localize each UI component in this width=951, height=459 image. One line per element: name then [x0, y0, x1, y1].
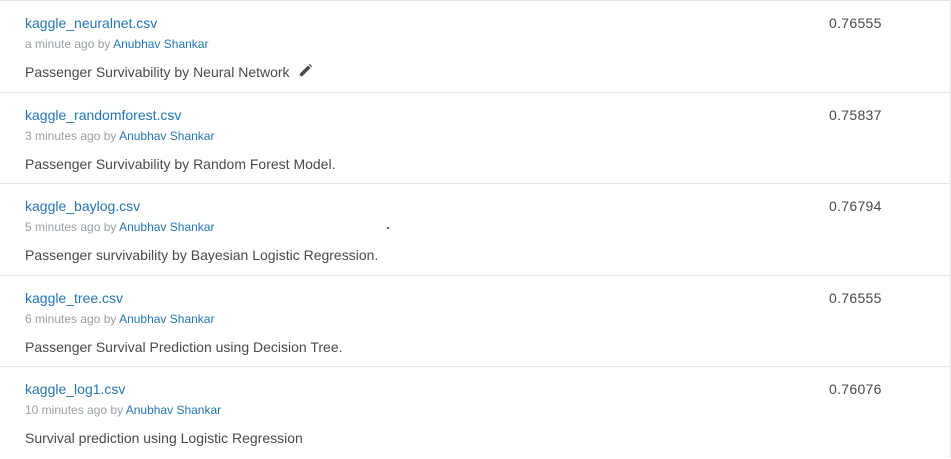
- submission-meta: a minute ago by Anubhav Shankar: [25, 36, 208, 52]
- submission-time: 3 minutes ago by: [25, 128, 117, 143]
- submission-description: Survival prediction using Logistic Regre…: [25, 430, 303, 446]
- submission-score: 0.76555: [829, 289, 882, 306]
- author-link[interactable]: Anubhav Shankar: [119, 312, 214, 326]
- submission-description: Passenger Survival Prediction using Deci…: [25, 338, 343, 355]
- submission-row: kaggle_randomforest.csv 3 minutes ago by…: [0, 93, 950, 184]
- submission-file-link[interactable]: kaggle_baylog.csv: [25, 197, 140, 215]
- submission-time: 10 minutes ago by: [25, 403, 124, 417]
- author-link[interactable]: Anubhav Shankar: [119, 220, 214, 234]
- stray-dot: [387, 227, 389, 229]
- submission-meta: 5 minutes ago by Anubhav Shankar: [25, 219, 214, 235]
- submission-time: a minute ago by: [25, 37, 111, 51]
- author-link[interactable]: Anubhav Shankar: [113, 37, 208, 51]
- pencil-icon[interactable]: [297, 63, 313, 79]
- submission-description: Passenger survivability by Bayesian Logi…: [25, 247, 379, 263]
- submission-score: 0.76794: [829, 198, 882, 214]
- submission-file-link[interactable]: kaggle_neuralnet.csv: [25, 14, 157, 32]
- submission-meta: 10 minutes ago by Anubhav Shankar: [25, 402, 221, 418]
- submission-meta: 6 minutes ago by Anubhav Shankar: [25, 311, 214, 327]
- submission-file-link[interactable]: kaggle_tree.csv: [25, 289, 123, 307]
- author-link[interactable]: Anubhav Shankar: [119, 129, 214, 143]
- submission-description: Passenger Survivability by Random Forest…: [25, 155, 336, 172]
- submission-score: 0.76555: [829, 15, 882, 31]
- description-text: Passenger Survivability by Neural Networ…: [25, 64, 290, 80]
- submission-meta: 3 minutes ago by Anubhav Shankar: [25, 128, 214, 144]
- submission-row: kaggle_tree.csv 6 minutes ago by Anubhav…: [0, 276, 950, 367]
- submission-file-link[interactable]: kaggle_randomforest.csv: [25, 106, 181, 124]
- submission-time: 6 minutes ago by: [25, 311, 117, 326]
- submission-row: kaggle_baylog.csv 5 minutes ago by Anubh…: [0, 184, 950, 276]
- submission-description: Passenger Survivability by Neural Networ…: [25, 63, 313, 81]
- author-link[interactable]: Anubhav Shankar: [126, 403, 221, 417]
- submission-row: kaggle_neuralnet.csv a minute ago by Anu…: [0, 1, 950, 93]
- submission-score: 0.75837: [829, 106, 882, 123]
- submission-row: kaggle_log1.csv 10 minutes ago by Anubha…: [0, 367, 950, 459]
- submission-list: kaggle_neuralnet.csv a minute ago by Anu…: [0, 0, 951, 457]
- submission-score: 0.76076: [829, 381, 882, 397]
- submission-time: 5 minutes ago by: [25, 220, 117, 234]
- submission-file-link[interactable]: kaggle_log1.csv: [25, 380, 125, 398]
